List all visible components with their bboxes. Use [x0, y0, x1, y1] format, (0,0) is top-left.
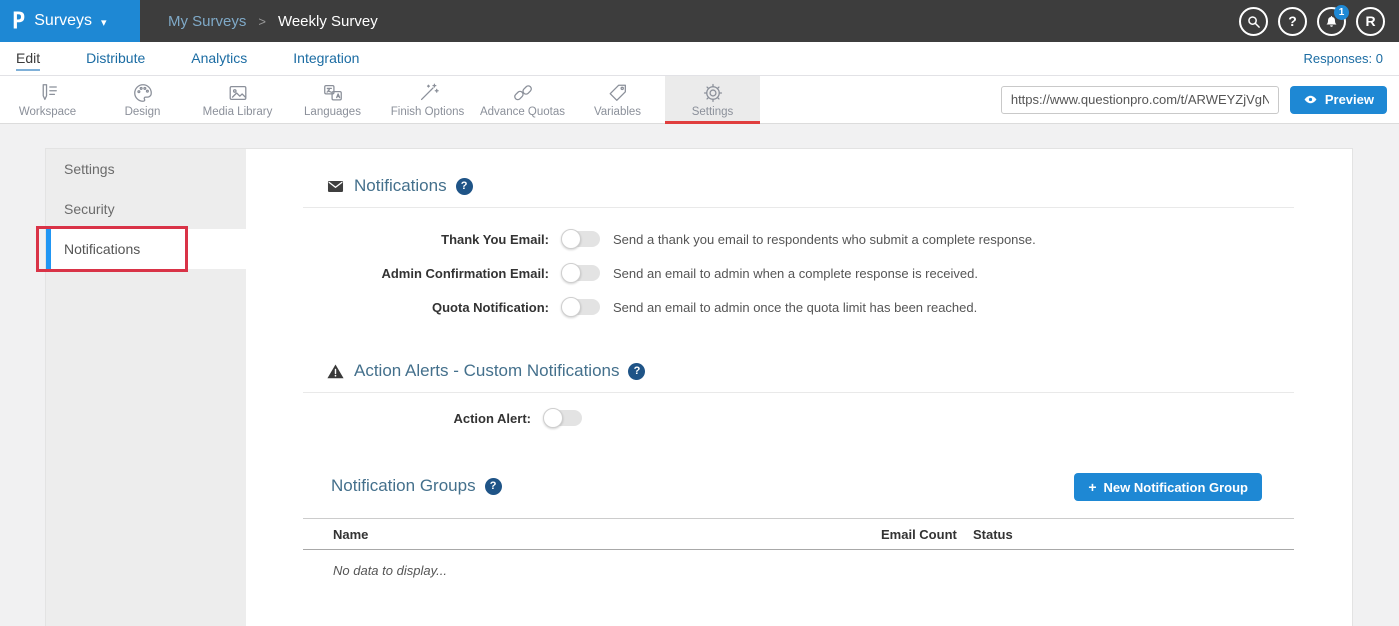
- edit-toolbar: Workspace Design Media Library Languages…: [0, 76, 1399, 124]
- admin-confirmation-email-description: Send an email to admin when a complete r…: [613, 266, 1294, 281]
- search-icon: [1246, 14, 1261, 29]
- breadcrumb: My Surveys > Weekly Survey: [140, 0, 1239, 42]
- toolbar-item-media-library[interactable]: Media Library: [190, 76, 285, 123]
- notification-groups-section-header: Notification Groups ? + New Notification…: [331, 476, 1294, 496]
- tab-integration[interactable]: Integration: [293, 47, 359, 71]
- settings-card: Settings Security Notifications Notifica…: [45, 148, 1353, 626]
- column-header-email-count: Email Count: [881, 527, 973, 542]
- breadcrumb-my-surveys[interactable]: My Surveys: [168, 13, 246, 30]
- preview-button[interactable]: Preview: [1290, 86, 1387, 114]
- admin-confirmation-email-toggle[interactable]: [562, 265, 600, 281]
- avatar[interactable]: R: [1356, 7, 1385, 36]
- thank-you-email-toggle[interactable]: [562, 231, 600, 247]
- questionpro-logo-icon: P: [12, 8, 25, 34]
- tab-edit[interactable]: Edit: [16, 47, 40, 71]
- toolbar-item-design[interactable]: Design: [95, 76, 190, 123]
- empty-table-message: No data to display...: [333, 563, 1294, 578]
- table-header-row: Name Email Count Status: [303, 519, 1294, 550]
- sidebar-item-settings[interactable]: Settings: [46, 149, 246, 189]
- plus-icon: +: [1088, 479, 1096, 495]
- help-button[interactable]: ?: [1278, 7, 1307, 36]
- responses-count[interactable]: Responses: 0: [1304, 51, 1384, 66]
- survey-nav-bar: Edit Distribute Analytics Integration Re…: [0, 42, 1399, 76]
- toggle-knob: [561, 263, 581, 283]
- notifications-title: Notifications: [354, 176, 447, 196]
- action-alerts-help-icon[interactable]: ?: [628, 363, 645, 380]
- design-palette-icon: [132, 82, 154, 104]
- workspace-icon: [37, 82, 59, 104]
- action-alerts-title: Action Alerts - Custom Notifications: [354, 361, 619, 381]
- search-button[interactable]: [1239, 7, 1268, 36]
- top-icon-group: ? 1 R: [1239, 0, 1399, 42]
- thank-you-email-description: Send a thank you email to respondents wh…: [613, 232, 1294, 247]
- sidebar-item-notifications[interactable]: Notifications: [46, 229, 246, 269]
- breadcrumb-separator: >: [258, 14, 266, 29]
- page-body: Settings Security Notifications Notifica…: [0, 124, 1399, 626]
- admin-confirmation-email-row: Admin Confirmation Email: Send an email …: [303, 256, 1294, 290]
- top-bar: P Surveys ▾ My Surveys > Weekly Survey ?…: [0, 0, 1399, 42]
- toolbar-item-settings[interactable]: Settings: [665, 76, 760, 123]
- quota-notification-description: Send an email to admin once the quota li…: [613, 300, 1294, 315]
- toolbar-item-advance-quotas[interactable]: Advance Quotas: [475, 76, 570, 123]
- toolbar-item-languages[interactable]: Languages: [285, 76, 380, 123]
- action-alert-toggle[interactable]: [544, 410, 582, 426]
- warning-triangle-icon: [326, 362, 345, 381]
- languages-translate-icon: [322, 82, 344, 104]
- notifications-panel: Notifications ? Thank You Email: Send a …: [246, 149, 1352, 626]
- quota-notification-row: Quota Notification: Send an email to adm…: [303, 290, 1294, 324]
- sidebar-item-security[interactable]: Security: [46, 189, 246, 229]
- toolbar-item-finish-options[interactable]: Finish Options: [380, 76, 475, 123]
- survey-url-input[interactable]: [1001, 86, 1279, 114]
- settings-gear-icon: [702, 82, 724, 104]
- notifications-button[interactable]: 1: [1317, 7, 1346, 36]
- action-alert-label: Action Alert:: [303, 411, 531, 426]
- notification-count-badge: 1: [1334, 5, 1349, 20]
- action-alerts-section-header: Action Alerts - Custom Notifications ?: [326, 361, 1294, 381]
- divider: [303, 392, 1294, 393]
- column-header-status: Status: [973, 527, 1294, 542]
- settings-sidebar: Settings Security Notifications: [46, 149, 246, 626]
- product-label: Surveys: [34, 12, 92, 30]
- avatar-initial: R: [1365, 13, 1375, 29]
- toolbar-item-workspace[interactable]: Workspace: [0, 76, 95, 123]
- chevron-down-icon: ▾: [101, 16, 107, 29]
- notification-groups-help-icon[interactable]: ?: [485, 478, 502, 495]
- surveys-product-menu[interactable]: P Surveys ▾: [0, 0, 140, 42]
- envelope-icon: [326, 177, 345, 196]
- notification-groups-table: Name Email Count Status No data to displ…: [303, 518, 1294, 578]
- notifications-section-header: Notifications ?: [326, 149, 1294, 196]
- notification-groups-title: Notification Groups: [331, 476, 476, 496]
- finish-options-wand-icon: [417, 82, 439, 104]
- action-alert-row: Action Alert:: [303, 405, 1294, 431]
- thank-you-email-label: Thank You Email:: [303, 232, 549, 247]
- quota-notification-toggle[interactable]: [562, 299, 600, 315]
- advance-quotas-link-icon: [512, 82, 534, 104]
- notifications-help-icon[interactable]: ?: [456, 178, 473, 195]
- new-notification-group-button[interactable]: + New Notification Group: [1074, 473, 1262, 501]
- eye-icon: [1303, 92, 1318, 107]
- toggle-knob: [561, 229, 581, 249]
- question-mark-icon: ?: [1288, 13, 1297, 29]
- thank-you-email-row: Thank You Email: Send a thank you email …: [303, 222, 1294, 256]
- divider: [303, 207, 1294, 208]
- toggle-knob: [561, 297, 581, 317]
- tab-distribute[interactable]: Distribute: [86, 47, 145, 71]
- column-header-name: Name: [333, 527, 881, 542]
- toolbar-item-variables[interactable]: Variables: [570, 76, 665, 123]
- toggle-knob: [543, 408, 563, 428]
- tab-analytics[interactable]: Analytics: [191, 47, 247, 71]
- variables-tag-icon: [607, 82, 629, 104]
- breadcrumb-current-survey: Weekly Survey: [278, 13, 378, 30]
- media-library-icon: [227, 82, 249, 104]
- admin-confirmation-email-label: Admin Confirmation Email:: [303, 266, 549, 281]
- quota-notification-label: Quota Notification:: [303, 300, 549, 315]
